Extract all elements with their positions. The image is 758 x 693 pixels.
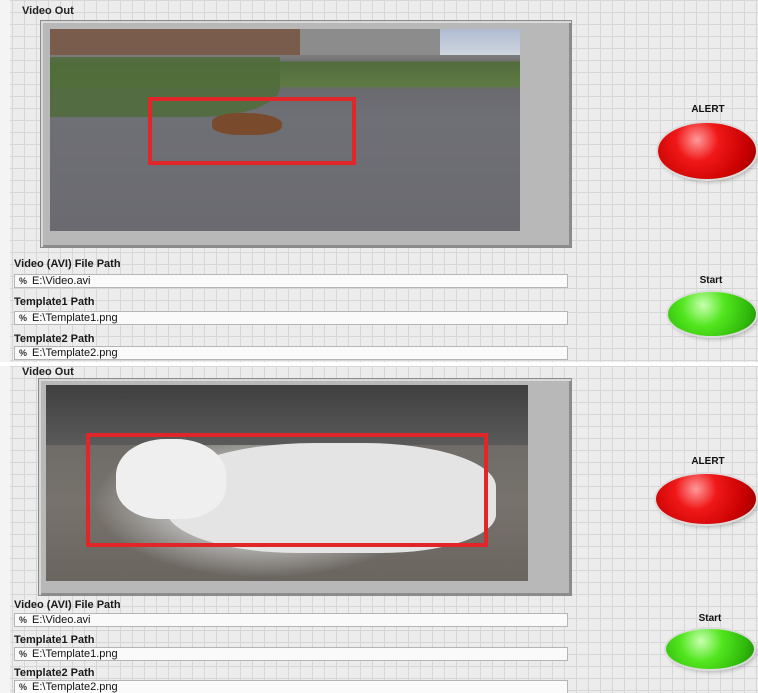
video-out-display bbox=[38, 378, 572, 596]
template1-path-value: E:\Template1.png bbox=[32, 312, 118, 324]
template1-path-label: Template1 Path bbox=[14, 296, 95, 308]
template2-path-value: E:\Template2.png bbox=[32, 681, 118, 693]
sky bbox=[440, 29, 520, 55]
video-path-label: Video (AVI) File Path bbox=[14, 599, 121, 611]
panel-edge bbox=[0, 366, 10, 693]
template1-path-input[interactable]: % E:\Template1.png bbox=[14, 311, 568, 325]
alert-label: ALERT bbox=[691, 104, 725, 115]
start-button[interactable] bbox=[666, 629, 754, 669]
video-path-input[interactable]: % E:\Video.avi bbox=[14, 613, 568, 627]
path-icon: % bbox=[18, 615, 27, 625]
video-path-input[interactable]: % E:\Video.avi bbox=[14, 274, 568, 288]
video-frame bbox=[46, 385, 528, 581]
template1-path-value: E:\Template1.png bbox=[32, 648, 118, 660]
detection-box bbox=[86, 433, 488, 547]
detection-box bbox=[148, 97, 356, 165]
start-button[interactable] bbox=[668, 292, 756, 336]
path-icon: % bbox=[18, 348, 27, 358]
video-out-label: Video Out bbox=[22, 5, 74, 17]
video-path-value: E:\Video.avi bbox=[32, 614, 91, 626]
panel-edge bbox=[0, 0, 10, 362]
video-out-label: Video Out bbox=[22, 366, 74, 378]
template2-path-label: Template2 Path bbox=[14, 333, 95, 345]
template2-path-input[interactable]: % E:\Template2.png bbox=[14, 680, 568, 693]
background-building bbox=[50, 29, 300, 55]
video-path-label: Video (AVI) File Path bbox=[14, 258, 121, 270]
template2-path-label: Template2 Path bbox=[14, 667, 95, 679]
background-building-right bbox=[300, 29, 450, 55]
video-frame bbox=[50, 29, 520, 231]
start-label: Start bbox=[698, 613, 722, 624]
video-out-display bbox=[40, 20, 572, 248]
path-icon: % bbox=[18, 649, 27, 659]
path-icon: % bbox=[18, 313, 27, 323]
template1-path-label: Template1 Path bbox=[14, 634, 95, 646]
path-icon: % bbox=[18, 276, 27, 286]
front-panel-2: Video Out ALERT Start Video (AVI) File P… bbox=[0, 366, 758, 693]
alert-label: ALERT bbox=[691, 456, 725, 467]
template2-path-input[interactable]: % E:\Template2.png bbox=[14, 346, 568, 360]
start-label: Start bbox=[699, 275, 723, 286]
front-panel-1: Video Out ALERT Start Video (AVI) File P… bbox=[0, 0, 758, 362]
video-path-value: E:\Video.avi bbox=[32, 275, 91, 287]
alert-indicator bbox=[658, 123, 756, 179]
template1-path-input[interactable]: % E:\Template1.png bbox=[14, 647, 568, 661]
template2-path-value: E:\Template2.png bbox=[32, 347, 118, 359]
path-icon: % bbox=[18, 682, 27, 692]
alert-indicator bbox=[656, 474, 756, 524]
